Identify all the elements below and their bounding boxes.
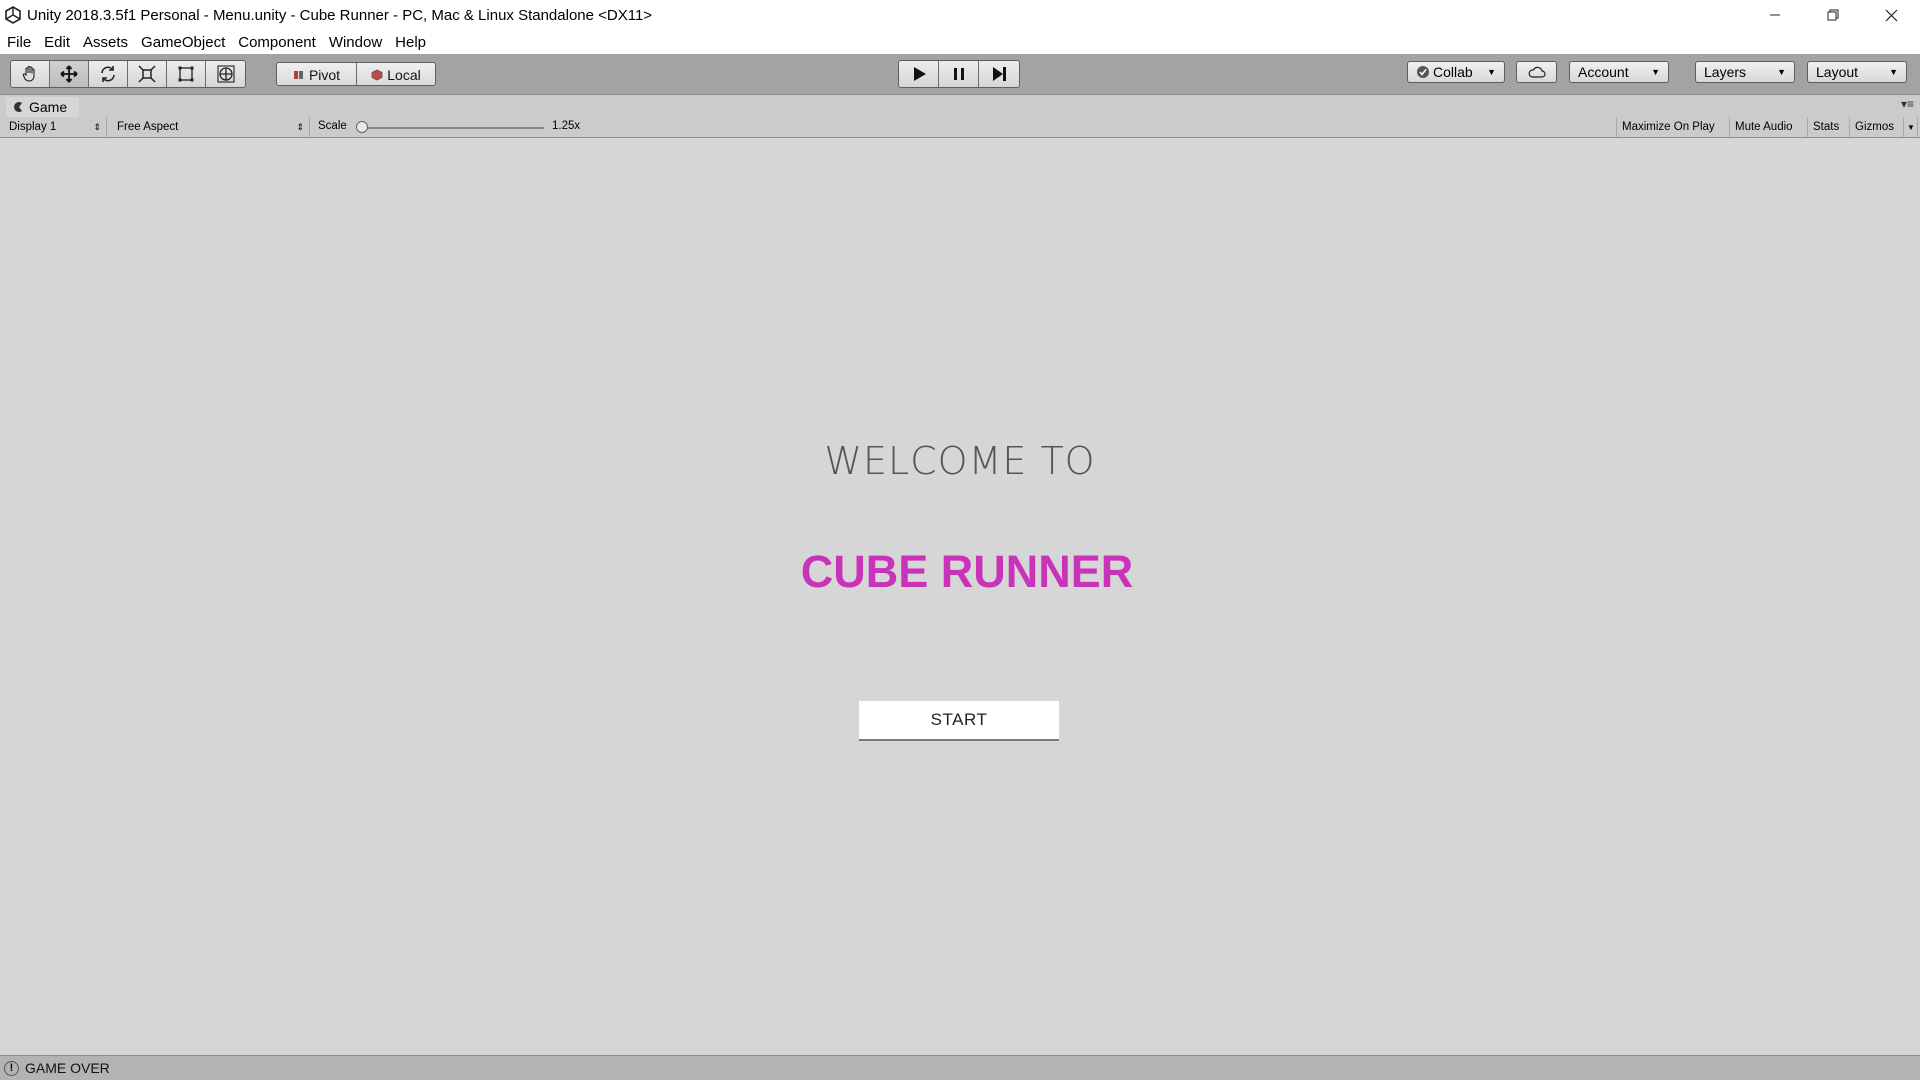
pivot-group: Pivot Local: [276, 62, 436, 86]
layers-dropdown[interactable]: Layers ▼: [1695, 61, 1795, 83]
rect-tool-button[interactable]: [167, 61, 206, 87]
gizmos-toggle[interactable]: Gizmos: [1850, 117, 1904, 137]
minimize-button[interactable]: [1746, 0, 1804, 30]
hand-tool-icon: [22, 65, 35, 82]
mute-label: Mute Audio: [1735, 121, 1793, 133]
chevron-down-icon: ▼: [1777, 67, 1786, 77]
transform-tool-icon: [216, 65, 235, 83]
menu-bar: File Edit Assets GameObject Component Wi…: [0, 30, 1920, 54]
toolbar: Pivot Local Collab ▼ Account ▼ Layers ▼ …: [0, 54, 1920, 95]
tab-game[interactable]: Game: [6, 97, 80, 117]
close-icon: [1885, 9, 1897, 21]
play-button[interactable]: [899, 61, 939, 87]
move-tool-button[interactable]: [50, 61, 89, 87]
start-button[interactable]: START: [859, 701, 1059, 741]
aspect-dropdown[interactable]: Free Aspect ⇕: [112, 117, 310, 137]
pause-button[interactable]: [939, 61, 979, 87]
window-title: Unity 2018.3.5f1 Personal - Menu.unity -…: [27, 6, 653, 24]
collab-dropdown[interactable]: Collab ▼: [1407, 61, 1505, 83]
step-button[interactable]: [979, 61, 1019, 87]
maximize-on-play-toggle[interactable]: Maximize On Play: [1616, 117, 1730, 137]
hand-tool-button[interactable]: [11, 61, 50, 87]
local-button[interactable]: Local: [357, 63, 435, 85]
close-button[interactable]: [1862, 0, 1920, 30]
stats-toggle[interactable]: Stats: [1808, 117, 1850, 137]
rotate-tool-button[interactable]: [89, 61, 128, 87]
game-viewport: WELCOME TO CUBE RUNNER START: [0, 138, 1920, 1055]
game-panel-header: Game ▾≡: [0, 95, 1920, 118]
status-bar: ! GAME OVER: [0, 1055, 1920, 1080]
scale-value: 1.25x: [552, 120, 581, 132]
transform-tools: [10, 60, 246, 88]
menu-window[interactable]: Window: [322, 34, 388, 51]
menu-assets[interactable]: Assets: [76, 34, 134, 51]
playback-controls: [898, 60, 1020, 88]
status-text[interactable]: GAME OVER: [25, 1060, 110, 1076]
play-icon: [913, 67, 926, 81]
game-tab-label: Game: [29, 99, 68, 115]
pivot-button[interactable]: Pivot: [277, 63, 357, 85]
local-label: Local: [387, 67, 421, 83]
collab-label: Collab: [1433, 64, 1473, 80]
title-bar: Unity 2018.3.5f1 Personal - Menu.unity -…: [0, 0, 1920, 30]
maximize-label: Maximize On Play: [1622, 121, 1715, 133]
display-dropdown[interactable]: Display 1 ⇕: [4, 117, 107, 137]
start-label: START: [930, 710, 988, 729]
game-controller-icon: [14, 102, 22, 112]
scale-label: Scale: [318, 120, 347, 132]
layout-dropdown[interactable]: Layout ▼: [1807, 61, 1907, 83]
mute-audio-toggle[interactable]: Mute Audio: [1730, 117, 1808, 137]
chevron-down-icon: ▼: [1651, 67, 1660, 77]
pivot-label: Pivot: [308, 67, 341, 83]
scale-slider-track[interactable]: [362, 127, 544, 129]
chevron-down-icon: ▼: [1487, 67, 1496, 77]
cloud-button[interactable]: [1516, 61, 1557, 83]
cloud-icon: [1528, 66, 1546, 78]
move-tool-icon: [60, 65, 78, 83]
display-label: Display 1: [9, 121, 57, 133]
scale-slider-thumb[interactable]: [356, 121, 368, 133]
restore-icon: [1827, 9, 1839, 21]
scale-tool-icon: [138, 65, 156, 83]
stats-label: Stats: [1813, 121, 1840, 133]
updown-icon: ⇕: [93, 121, 101, 132]
pause-icon: [953, 68, 964, 80]
welcome-text: WELCOME TO: [824, 439, 1096, 483]
gizmos-dropdown[interactable]: ▼: [1904, 117, 1918, 137]
rect-tool-icon: [178, 66, 194, 82]
rotate-tool-icon: [101, 66, 115, 82]
gizmos-label: Gizmos: [1855, 121, 1894, 133]
local-icon: [371, 69, 383, 81]
menu-component[interactable]: Component: [231, 34, 322, 51]
info-icon: !: [4, 1060, 19, 1076]
game-title: CUBE RUNNER: [800, 546, 1134, 597]
step-icon: [993, 67, 1006, 81]
chevron-down-icon: ▼: [1889, 67, 1898, 77]
minimize-icon: [1770, 14, 1780, 16]
menu-help[interactable]: Help: [388, 34, 432, 51]
updown-icon: ⇕: [296, 121, 304, 132]
unity-logo-icon: [3, 5, 23, 25]
aspect-label: Free Aspect: [117, 121, 179, 133]
layout-label: Layout: [1816, 64, 1859, 80]
check-icon: [1417, 66, 1429, 78]
menu-gameobject[interactable]: GameObject: [134, 34, 231, 51]
layers-label: Layers: [1704, 64, 1747, 80]
scale-tool-button[interactable]: [128, 61, 167, 87]
pivot-icon: [293, 71, 303, 79]
restore-button[interactable]: [1804, 0, 1862, 30]
menu-file[interactable]: File: [0, 34, 37, 51]
panel-menu-icon[interactable]: ▾≡: [1901, 97, 1914, 111]
transform-tool-button[interactable]: [206, 61, 245, 87]
game-controls-bar: Display 1 ⇕ Free Aspect ⇕ Scale 1.25x Ma…: [0, 117, 1920, 138]
menu-edit[interactable]: Edit: [37, 34, 76, 51]
account-dropdown[interactable]: Account ▼: [1569, 61, 1669, 83]
account-label: Account: [1578, 64, 1629, 80]
chevron-down-icon: ▼: [1907, 122, 1915, 132]
